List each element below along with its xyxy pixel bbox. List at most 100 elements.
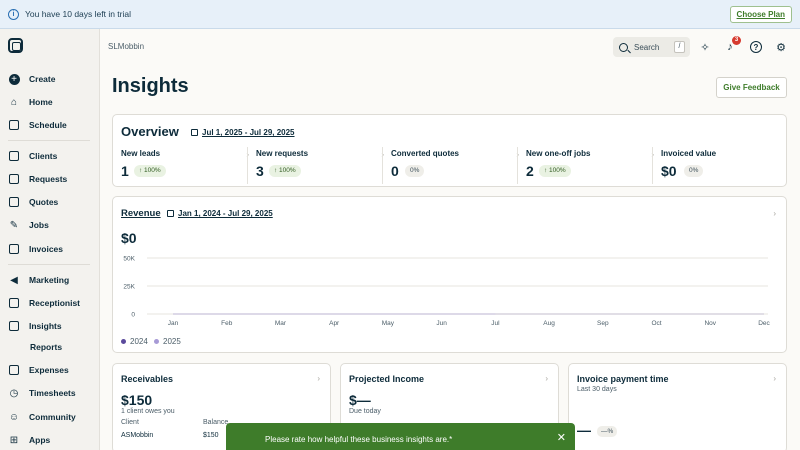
search-label: Search bbox=[634, 42, 660, 52]
sidebar-item-home[interactable]: ⌂ Home bbox=[8, 94, 53, 110]
x-tick-label: Jan bbox=[168, 320, 179, 327]
sidebar-item-community[interactable]: ☺ Community bbox=[8, 409, 76, 425]
feedback-toast[interactable]: Please rate how helpful these business i… bbox=[226, 423, 575, 450]
metric-change-badge: ↑ 100% bbox=[134, 165, 166, 177]
revenue-date-range[interactable]: Jan 1, 2024 - Jul 29, 2025 bbox=[167, 209, 273, 218]
calendar-icon bbox=[8, 119, 20, 131]
sidebar-item-label: Timesheets bbox=[29, 388, 76, 398]
sidebar-item-expenses[interactable]: Expenses bbox=[8, 362, 69, 378]
sidebar-item-label: Home bbox=[29, 97, 53, 107]
column-header-balance: Balance bbox=[203, 419, 229, 426]
invoice-payment-time-subtitle: Last 30 days bbox=[577, 386, 617, 393]
sidebar-item-create[interactable]: + Create bbox=[8, 71, 55, 87]
gear-icon[interactable]: ⚙ bbox=[774, 40, 788, 54]
chevron-right-icon: › bbox=[317, 374, 320, 383]
metric-change-badge: ↑ 100% bbox=[539, 165, 571, 177]
search-input[interactable]: Search / bbox=[613, 37, 690, 57]
search-shortcut: / bbox=[674, 41, 685, 53]
metric-divider bbox=[247, 147, 248, 184]
sidebar-item-label: Schedule bbox=[29, 120, 67, 130]
metric-label: New one-off jobs bbox=[526, 149, 591, 158]
sidebar-item-jobs[interactable]: ✎ Jobs bbox=[8, 217, 49, 233]
invoice-payment-time-change-badge: —% bbox=[597, 426, 618, 437]
sidebar-item-label: Jobs bbox=[29, 220, 49, 230]
plus-circle-icon: + bbox=[8, 73, 20, 85]
sidebar-item-label: Community bbox=[29, 412, 76, 422]
overview-date-range[interactable]: Jul 1, 2025 - Jul 29, 2025 bbox=[191, 128, 295, 137]
date-range-label: Jan 1, 2024 - Jul 29, 2025 bbox=[178, 209, 273, 218]
x-tick-label: Dec bbox=[758, 320, 770, 327]
sidebar-item-invoices[interactable]: Invoices bbox=[8, 241, 63, 257]
x-tick-label: Mar bbox=[275, 320, 287, 327]
inbox-icon bbox=[8, 173, 20, 185]
sidebar-item-clients[interactable]: Clients bbox=[8, 148, 57, 164]
search-icon bbox=[619, 42, 628, 52]
sidebar-item-label: Marketing bbox=[29, 275, 70, 285]
sidebar-item-receptionist[interactable]: Receptionist bbox=[8, 295, 80, 311]
legend-item-2024: 2024 bbox=[121, 337, 148, 346]
give-feedback-button[interactable]: Give Feedback bbox=[716, 77, 787, 98]
app-logo-icon[interactable] bbox=[8, 38, 23, 53]
sidebar-item-reports[interactable]: Reports bbox=[30, 339, 62, 355]
sidebar-item-apps[interactable]: ⊞ Apps bbox=[8, 432, 50, 448]
receivables-value: $150 bbox=[121, 392, 153, 408]
column-header-client: Client bbox=[121, 419, 139, 426]
metric-value: 2 bbox=[526, 163, 534, 179]
invoice-payment-time-card[interactable]: Invoice payment time › Last 30 days — —% bbox=[568, 363, 787, 450]
sidebar-item-schedule[interactable]: Schedule bbox=[8, 117, 67, 133]
metric-label: New requests bbox=[256, 149, 309, 158]
metric-new-requests[interactable]: New requests › 3 ↑ 100% bbox=[256, 149, 390, 184]
table-cell-balance: $150 bbox=[203, 432, 219, 439]
receipt-icon bbox=[8, 364, 20, 376]
invoice-icon bbox=[8, 243, 20, 255]
choose-plan-button[interactable]: Choose Plan bbox=[729, 6, 792, 23]
sidebar-item-label: Invoices bbox=[29, 244, 64, 254]
y-tick-label: 25K bbox=[123, 284, 135, 291]
sidebar-item-label: Clients bbox=[29, 151, 58, 161]
close-icon[interactable]: ✕ bbox=[557, 432, 566, 444]
metric-converted-quotes[interactable]: Converted quotes › 0 0% bbox=[391, 149, 525, 184]
metric-label: Converted quotes bbox=[391, 149, 460, 158]
receptionist-icon bbox=[8, 297, 20, 309]
revenue-card[interactable]: 50K 25K 0 Jan Feb Mar Apr May Jun Jul Aug Sep Oct Nov… bbox=[112, 196, 787, 353]
metric-change-badge: ↑ 100% bbox=[269, 165, 301, 177]
overview-card: Overview Jul 1, 2025 - Jul 29, 2025 New … bbox=[112, 114, 787, 187]
chevron-right-icon: › bbox=[545, 374, 548, 383]
community-icon: ☺ bbox=[8, 411, 20, 423]
table-cell-client[interactable]: ASMobbin bbox=[121, 432, 153, 439]
x-tick-label: Sep bbox=[597, 320, 609, 327]
nav-divider bbox=[8, 264, 90, 265]
ai-sparkle-icon[interactable]: ✧ bbox=[698, 40, 712, 54]
chart-icon bbox=[8, 320, 20, 332]
wrench-icon: ✎ bbox=[9, 219, 19, 231]
metric-divider bbox=[517, 147, 518, 184]
receivables-subtitle: 1 client owes you bbox=[121, 408, 175, 415]
chevron-right-icon: › bbox=[773, 209, 776, 218]
x-tick-label: Jun bbox=[436, 320, 447, 327]
home-icon: ⌂ bbox=[10, 96, 18, 108]
legend-label: 2025 bbox=[163, 337, 181, 346]
revenue-chart: 50K 25K 0 Jan Feb Mar Apr May Jun Jul Aug Sep Oct Nov… bbox=[123, 256, 770, 328]
x-tick-label: Nov bbox=[704, 320, 716, 327]
metric-label: New leads bbox=[121, 149, 161, 158]
sidebar-item-requests[interactable]: Requests bbox=[8, 171, 67, 187]
sidebar-item-label: Quotes bbox=[29, 197, 59, 207]
help-icon[interactable]: ? bbox=[749, 40, 763, 54]
sidebar-item-insights[interactable]: Insights bbox=[8, 318, 62, 334]
metric-value: 3 bbox=[256, 163, 264, 179]
revenue-title[interactable]: Revenue bbox=[121, 208, 161, 219]
x-tick-label: Feb bbox=[221, 320, 233, 327]
trial-text: You have 10 days left in trial bbox=[25, 9, 132, 19]
metric-change-badge: 0% bbox=[405, 165, 425, 177]
sidebar-item-marketing[interactable]: ◀ Marketing bbox=[8, 272, 69, 288]
sidebar-item-quotes[interactable]: Quotes bbox=[8, 194, 58, 210]
y-tick-label: 50K bbox=[123, 256, 135, 263]
metric-value: 1 bbox=[121, 163, 129, 179]
sidebar-item-timesheets[interactable]: ◷ Timesheets bbox=[8, 385, 76, 401]
metric-invoiced-value[interactable]: Invoiced value › $0 0% bbox=[661, 149, 795, 184]
apps-icon: ⊞ bbox=[9, 434, 19, 446]
metric-new-one-off-jobs[interactable]: New one-off jobs › 2 ↑ 100% bbox=[526, 149, 660, 184]
metric-new-leads[interactable]: New leads › 1 ↑ 100% bbox=[121, 149, 255, 184]
y-tick-label: 0 bbox=[131, 312, 135, 319]
clock-icon: ◷ bbox=[9, 387, 19, 399]
